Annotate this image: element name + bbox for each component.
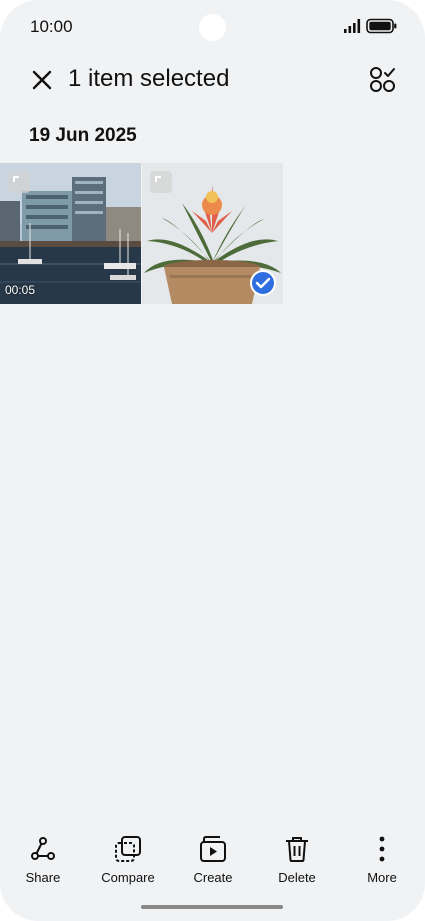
share-label: Share <box>25 870 61 885</box>
selection-header: 1 item selected <box>0 58 425 104</box>
video-thumbnail[interactable]: 00:05 <box>0 163 141 304</box>
create-icon <box>200 836 226 862</box>
expand-icon[interactable] <box>8 171 30 193</box>
camera-cutout <box>199 14 226 41</box>
create-label: Create <box>193 870 233 885</box>
status-time: 10:00 <box>30 17 73 36</box>
share-button[interactable]: Share <box>3 826 83 885</box>
selected-check-icon[interactable] <box>250 270 276 296</box>
select-all-icon[interactable] <box>368 65 398 95</box>
date-group-label: 19 Jun 2025 <box>29 125 137 146</box>
more-icon <box>379 836 385 862</box>
more-button[interactable]: More <box>342 826 422 885</box>
delete-button[interactable]: Delete <box>257 826 337 885</box>
delete-icon <box>286 837 308 862</box>
action-toolbar: Share Compare Create Delete More <box>0 826 425 886</box>
home-indicator[interactable] <box>141 905 283 909</box>
share-icon <box>31 837 55 860</box>
close-icon[interactable] <box>28 66 56 94</box>
photo-thumbnail[interactable] <box>142 163 283 304</box>
signal-icon <box>344 19 361 33</box>
create-button[interactable]: Create <box>173 826 253 885</box>
phone-screen: 10:00 1 item selected 19 Jun 2025 00:05 … <box>0 0 425 921</box>
video-duration: 00:05 <box>5 283 36 297</box>
compare-button[interactable]: Compare <box>88 826 168 885</box>
status-bar: 10:00 <box>0 0 425 54</box>
page-title: 1 item selected <box>68 65 230 92</box>
expand-icon[interactable] <box>150 171 172 193</box>
battery-icon <box>366 18 397 34</box>
delete-label: Delete <box>278 870 316 885</box>
more-label: More <box>367 870 397 885</box>
compare-label: Compare <box>101 870 155 885</box>
compare-icon <box>115 836 141 862</box>
